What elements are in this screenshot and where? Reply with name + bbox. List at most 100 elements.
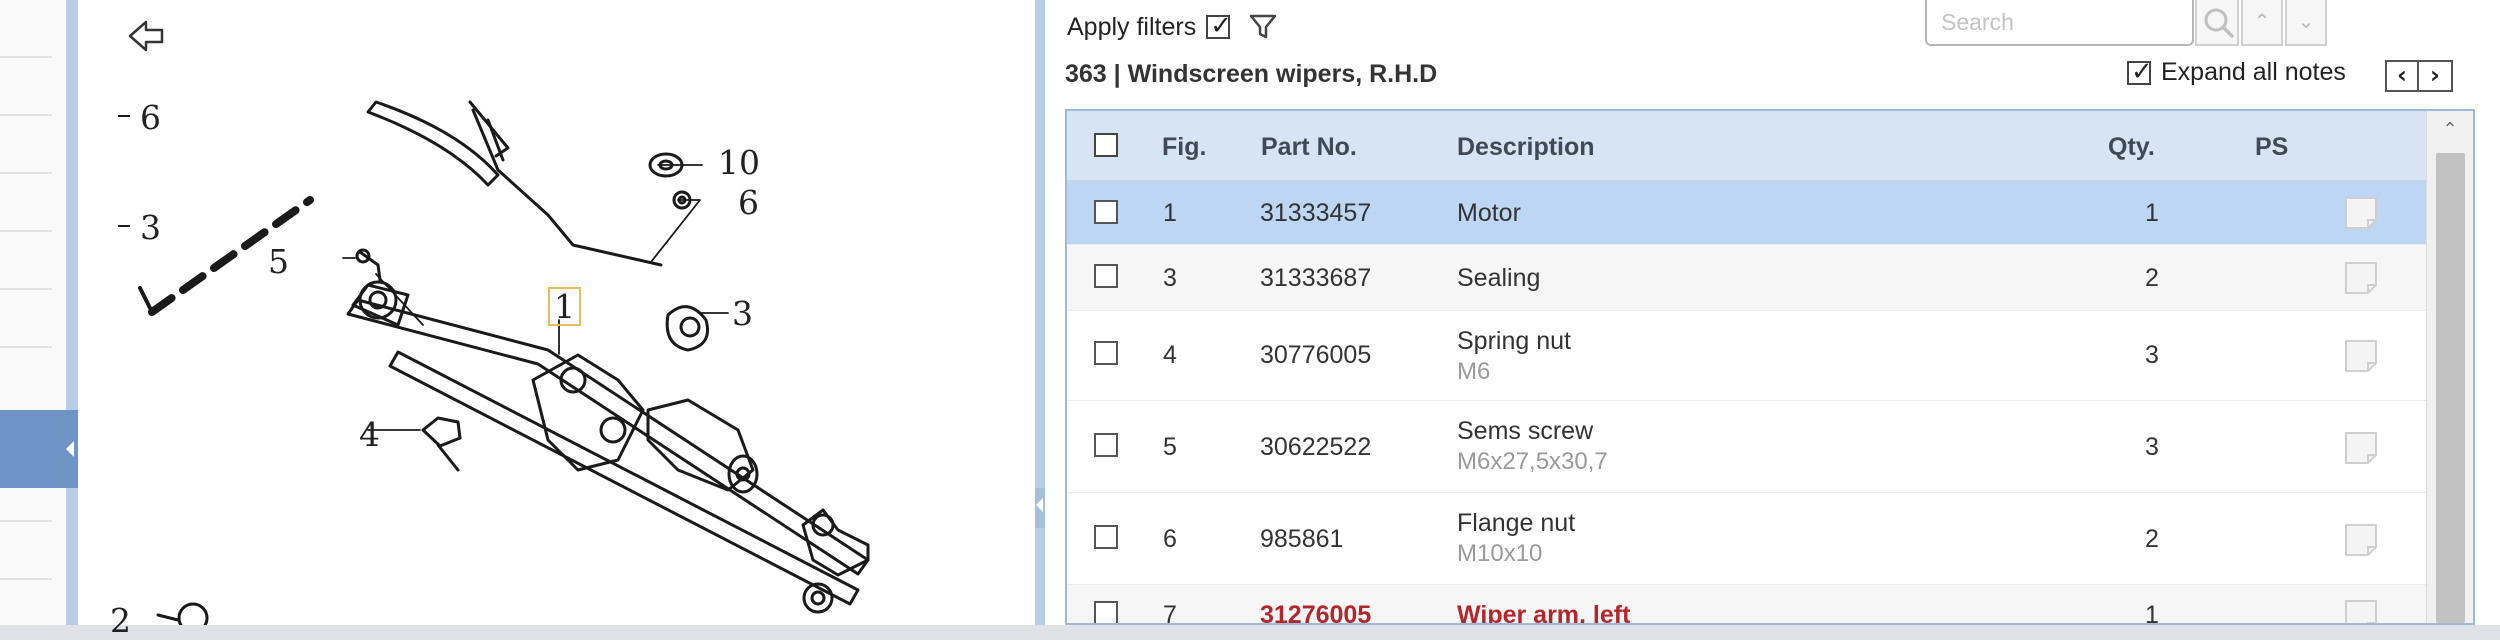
panel-splitter[interactable] [1035, 0, 1045, 625]
note-icon[interactable] [2344, 431, 2378, 465]
row-qty: 2 [2145, 525, 2159, 553]
next-group-button[interactable]: › [2419, 60, 2453, 92]
row-description-cell: Flange nut M10x10 [1457, 509, 1575, 568]
nav-divider [0, 172, 52, 174]
expand-notes-label: Expand all notes [2161, 58, 2346, 86]
row-fig: 6 [1163, 525, 1177, 553]
apply-filters-label: Apply filters [1067, 12, 1197, 41]
row-checkbox[interactable] [1094, 264, 1118, 288]
row-fig: 5 [1163, 433, 1177, 461]
row-qty: 1 [2145, 601, 2159, 625]
row-qty: 1 [2145, 199, 2159, 227]
row-part-no: 31333687 [1260, 264, 1372, 292]
note-icon[interactable] [2344, 339, 2378, 373]
collapse-arrow-icon [66, 441, 74, 457]
row-qty: 2 [2145, 264, 2159, 292]
row-description: Motor [1457, 199, 1521, 227]
row-description: Flange nut [1457, 509, 1576, 537]
select-all-checkbox[interactable] [1094, 133, 1118, 157]
table-row[interactable]: 4 30776005 Spring nut M6 3 [1067, 311, 2426, 401]
exploded-diagram-panel[interactable]: 6 3 5 1 4 10 6 3 2 [78, 0, 1035, 637]
column-header-ps[interactable]: PS [2255, 133, 2288, 162]
search-input[interactable] [1925, 0, 2194, 46]
row-part-no: 31276005 [1260, 601, 1372, 625]
scroll-thumb[interactable] [2436, 153, 2465, 623]
row-description: Spring nut [1457, 327, 1571, 355]
callout-label[interactable]: 3 [732, 297, 753, 330]
back-arrow-icon[interactable] [126, 16, 168, 56]
callout-label[interactable]: 6 [140, 101, 161, 134]
column-header-fig[interactable]: Fig. [1162, 133, 1206, 162]
note-icon[interactable] [2344, 261, 2378, 295]
magnifier-icon [2204, 8, 2234, 38]
row-description-cell: Spring nut M6 [1457, 327, 1571, 386]
note-icon[interactable] [2344, 599, 2378, 625]
row-part-no: 30776005 [1260, 341, 1372, 369]
row-checkbox[interactable] [1094, 200, 1118, 224]
nav-divider [0, 346, 52, 348]
row-checkbox[interactable] [1094, 341, 1118, 365]
parts-table: Fig. Part No. Description Qty. PS 1 3133… [1065, 109, 2475, 625]
row-part-no: 985861 [1260, 525, 1344, 553]
row-fig: 4 [1163, 341, 1177, 369]
callout-label[interactable]: 3 [140, 211, 161, 244]
callout-label[interactable]: 5 [268, 245, 289, 278]
column-header-description[interactable]: Description [1457, 133, 1595, 162]
collapse-arrow-icon [1036, 498, 1043, 512]
column-header-part-no[interactable]: Part No. [1261, 133, 1357, 162]
nav-divider [0, 230, 52, 232]
left-splitter[interactable] [66, 0, 78, 625]
table-row[interactable]: 5 30622522 Sems screw M6x27,5x30,7 3 [1067, 401, 2426, 493]
search-next-button[interactable]: ⌄ [2285, 0, 2327, 46]
row-description-spec: M6 [1457, 358, 1491, 385]
callout-label[interactable]: 6 [738, 186, 759, 219]
table-row[interactable]: 6 985861 Flange nut M10x10 2 [1067, 493, 2426, 585]
table-row[interactable]: 1 31333457 Motor 1 [1067, 181, 2426, 245]
expand-notes-checkbox[interactable] [2127, 57, 2153, 87]
nav-divider [0, 520, 52, 522]
row-fig: 1 [1163, 199, 1177, 227]
table-scrollbar[interactable]: ⌃ [2426, 111, 2473, 623]
row-description-spec: M10x10 [1457, 540, 1543, 567]
nav-divider [0, 578, 52, 580]
collapse-left-panel-button[interactable] [0, 410, 78, 488]
expand-notes-toggle[interactable]: Expand all notes [2127, 57, 2346, 87]
apply-filters-checkbox[interactable] [1206, 11, 1232, 41]
nav-divider [0, 56, 52, 58]
table-row[interactable]: 7 31276005 Wiper arm, left 1 [1067, 585, 2426, 625]
callout-label-selected[interactable]: 1 [548, 287, 581, 326]
column-header-qty[interactable]: Qty. [2108, 133, 2155, 162]
row-qty: 3 [2145, 341, 2159, 369]
row-part-no: 30622522 [1260, 433, 1372, 461]
row-fig: 7 [1163, 601, 1177, 625]
nav-divider [0, 114, 52, 116]
row-checkbox[interactable] [1094, 601, 1118, 623]
row-description: Sealing [1457, 264, 1541, 292]
scroll-up-button[interactable]: ⌃ [2435, 115, 2465, 145]
note-icon[interactable] [2344, 196, 2378, 230]
note-icon[interactable] [2344, 523, 2378, 557]
table-header: Fig. Part No. Description Qty. PS [1067, 111, 2426, 181]
row-checkbox[interactable] [1094, 433, 1118, 457]
callout-label[interactable]: 10 [718, 146, 760, 179]
row-fig: 3 [1163, 264, 1177, 292]
nav-divider [0, 288, 52, 290]
funnel-icon[interactable] [1248, 12, 1278, 42]
search-previous-button[interactable]: ⌃ [2241, 0, 2283, 46]
left-nav-strip [0, 0, 76, 625]
group-title: 363 | Windscreen wipers, R.H.D [1065, 60, 1438, 88]
group-pager: ‹ › [2385, 60, 2453, 92]
row-description-spec: M6x27,5x30,7 [1457, 448, 1608, 475]
row-description-cell: Sems screw M6x27,5x30,7 [1457, 417, 1608, 476]
callout-label[interactable]: 2 [110, 604, 131, 637]
callout-label[interactable]: 4 [359, 418, 380, 451]
previous-group-button[interactable]: ‹ [2385, 60, 2419, 92]
row-qty: 3 [2145, 433, 2159, 461]
row-description: Sems screw [1457, 417, 1594, 445]
row-description: Wiper arm, left [1457, 601, 1631, 625]
row-part-no: 31333457 [1260, 199, 1372, 227]
row-checkbox[interactable] [1094, 525, 1118, 549]
search-button[interactable] [2195, 0, 2239, 46]
apply-filters-toggle[interactable]: Apply filters [1067, 11, 1278, 42]
table-row[interactable]: 3 31333687 Sealing 2 [1067, 245, 2426, 311]
